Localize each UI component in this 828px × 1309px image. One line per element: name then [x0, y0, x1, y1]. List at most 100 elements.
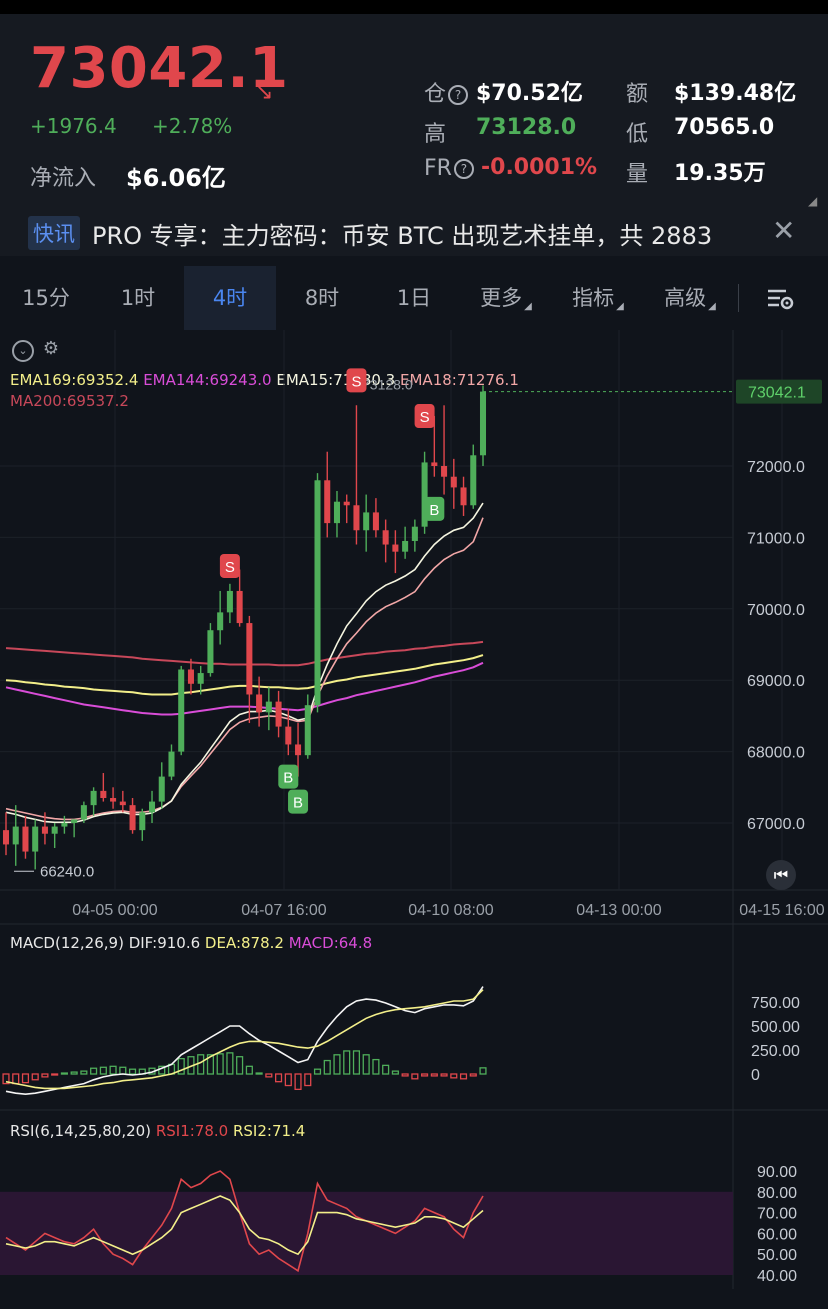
low-label: 低: [626, 122, 649, 147]
ema18-line: [5, 517, 484, 821]
help-icon[interactable]: ?: [453, 159, 474, 179]
time-tick-label: 04-13 00:00: [576, 902, 662, 919]
last-price: 73042.1: [30, 36, 289, 101]
candle-body: [22, 826, 29, 852]
signal-label: B: [429, 502, 439, 519]
macd-histogram-bar: [158, 1065, 166, 1075]
tab-indicators[interactable]: 指标 ◢: [552, 266, 644, 330]
open-interest-label[interactable]: 仓?: [424, 76, 469, 108]
net-inflow-label: 净流入: [30, 166, 97, 191]
candle-body: [119, 801, 126, 806]
price-tick-label: 72000.0: [747, 459, 805, 476]
time-tick-label: 04-07 16:00: [241, 902, 327, 919]
macd-dea: DEA:878.2: [204, 934, 284, 952]
candle-body: [265, 701, 272, 713]
macd-legend: MACD(12,26,9) DIF:910.6 DEA:878.2 MACD:6…: [10, 934, 372, 952]
macd-histogram-bar: [109, 1065, 117, 1075]
price-direction-icon: ↘: [255, 80, 274, 105]
candle-body: [168, 751, 175, 777]
candle-body: [12, 826, 19, 845]
candle-body: [333, 501, 340, 524]
macd-histogram-bar: [31, 1073, 39, 1081]
macd-histogram-bar: [167, 1063, 176, 1075]
tab-8h[interactable]: 8时: [276, 266, 368, 330]
macd-histogram-bar: [313, 1068, 322, 1075]
rsi-tick-label: 90.00: [757, 1164, 797, 1181]
macd-histogram-bar: [401, 1073, 409, 1077]
low-value: 70565.0: [674, 115, 775, 140]
macd-histogram-bar: [80, 1070, 88, 1075]
rsi-tick-label: 50.00: [757, 1247, 797, 1264]
tab-4h[interactable]: 4时: [184, 266, 276, 330]
macd-tick-label: 500.00: [751, 1019, 800, 1036]
turnover-value: $139.48亿: [674, 81, 797, 106]
buy-signal: [278, 764, 299, 789]
macd-histogram-bar: [343, 1050, 351, 1075]
help-icon[interactable]: ?: [448, 85, 469, 105]
macd-histogram-bar: [421, 1073, 429, 1077]
candle-body: [246, 623, 253, 695]
candle-body: [51, 826, 58, 834]
candle-body: [236, 590, 243, 624]
macd-histogram-bar: [479, 1067, 487, 1075]
candle-body: [217, 612, 224, 631]
candle-body: [470, 455, 477, 506]
interval-tabs: 15分 1时 4时 8时 1日 更多 ◢ 指标 ◢ 高级 ◢: [0, 266, 828, 330]
jump-to-latest-icon[interactable]: ⏮: [766, 860, 796, 890]
macd-histogram-bar: [352, 1050, 361, 1075]
price-tick-label: 70000.0: [747, 602, 805, 619]
candle-body: [314, 480, 321, 706]
chevron-circle-icon[interactable]: ⌄: [12, 340, 34, 362]
macd-histogram-bar: [411, 1073, 419, 1080]
price-change: +1976.4: [30, 114, 117, 138]
expand-corner-icon[interactable]: ◢: [808, 194, 817, 208]
candle-body: [402, 540, 409, 552]
signal-label: B: [293, 795, 303, 812]
candle-body: [295, 744, 302, 756]
rsi-title: RSI(6,14,25,80,20): [10, 1122, 152, 1140]
candle-body: [226, 590, 233, 613]
macd-histogram-bar: [323, 1059, 331, 1075]
price-tick-label: 68000.0: [747, 745, 805, 762]
ma200-line: [5, 640, 484, 667]
news-tag: 快讯: [28, 216, 80, 250]
tab-15m[interactable]: 15分: [0, 266, 92, 330]
macd-histogram-bar: [236, 1056, 244, 1075]
close-icon[interactable]: ✕: [772, 214, 795, 247]
macd-dif-line: [5, 986, 484, 1096]
chart-area[interactable]: ⌄ ⚙ EMA169:69352.4 EMA144:69243.0 EMA15:…: [0, 330, 828, 1309]
funding-rate-value: -0.0001%: [481, 155, 598, 180]
rsi1-line: [5, 1170, 484, 1273]
legend-ema169: EMA169:69352.4: [10, 371, 139, 389]
news-ticker[interactable]: 快讯 PRO 专享：主力密码：币安 BTC 出现艺术挂单，共 2883 ✕: [0, 210, 828, 256]
tab-1d[interactable]: 1日: [368, 266, 460, 330]
macd-histogram-bar: [459, 1073, 468, 1080]
macd-histogram-bar: [128, 1068, 137, 1075]
candle-body: [158, 776, 165, 802]
tab-advanced[interactable]: 高级 ◢: [644, 266, 736, 330]
net-inflow-value: $6.06亿: [126, 164, 226, 192]
price-tick-label: 71000.0: [747, 530, 805, 547]
signal-label: S: [420, 409, 430, 426]
tab-more[interactable]: 更多 ◢: [460, 266, 552, 330]
candle-body: [460, 487, 467, 506]
funding-rate-label[interactable]: FR?: [424, 156, 474, 181]
macd-histogram-bar: [148, 1067, 156, 1075]
macd-histogram-bar: [138, 1068, 146, 1075]
legend-ma200: MA200:69537.2: [10, 392, 129, 410]
macd-title: MACD(12,26,9): [10, 934, 124, 952]
sell-signal: [219, 553, 240, 578]
candle-body: [149, 801, 156, 813]
volume-value: 19.35万: [674, 161, 766, 186]
news-headline[interactable]: PRO 专享：主力密码：币安 BTC 出现艺术挂单，共 2883: [92, 216, 712, 251]
tab-1h[interactable]: 1时: [92, 266, 184, 330]
buy-signal: [424, 496, 445, 521]
macd-histogram-bar: [284, 1073, 292, 1087]
macd-histogram-bar: [197, 1054, 205, 1075]
candle-body: [382, 530, 389, 545]
macd-histogram-bar: [275, 1073, 283, 1083]
gear-icon[interactable]: ⚙: [42, 340, 60, 358]
layout-settings-icon[interactable]: [766, 286, 796, 312]
candle-body: [207, 630, 214, 674]
candle-body: [372, 512, 379, 531]
